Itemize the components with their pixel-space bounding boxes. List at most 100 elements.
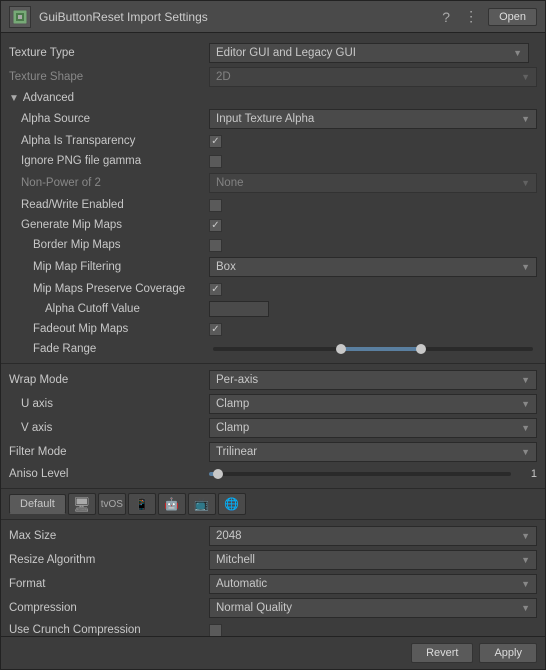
fadeout-mip-label: Fadeout Mip Maps [9, 323, 209, 335]
mip-coverage-label: Mip Maps Preserve Coverage [9, 283, 209, 295]
fadeout-mip-row: Fadeout Mip Maps [1, 319, 545, 339]
aniso-slider-container[interactable]: 1 [209, 468, 537, 480]
format-label: Format [9, 578, 209, 590]
fade-range-track[interactable] [213, 347, 533, 351]
ios-icon: 📱 [135, 498, 149, 511]
fade-range-min-thumb[interactable] [336, 344, 346, 354]
tvos-icon: tvOS [101, 499, 123, 510]
wrap-mode-dropdown[interactable]: Per-axis ▼ [209, 370, 537, 390]
alpha-source-label: Alpha Source [9, 113, 209, 125]
content-area: Texture Type Editor GUI and Legacy GUI ▼… [1, 33, 545, 636]
texture-type-arrow: ▼ [513, 48, 522, 58]
tab-tvos[interactable]: tvOS [98, 493, 126, 515]
v-axis-row: V axis Clamp ▼ [1, 416, 545, 440]
aniso-level-label: Aniso Level [9, 468, 209, 480]
platform-tabs: Default 🖥 tvOS 📱 🤖 📺 🌐 [1, 488, 545, 520]
title-right: ? ⋮ Open [438, 6, 537, 27]
fade-range-label: Fade Range [9, 343, 209, 355]
import-settings-window: GuiButtonReset Import Settings ? ⋮ Open … [0, 0, 546, 670]
settings-icon[interactable]: ⋮ [460, 6, 482, 27]
wrap-mode-arrow: ▼ [521, 375, 530, 385]
filter-mode-dropdown[interactable]: Trilinear ▼ [209, 442, 537, 462]
tab-other1[interactable]: 📺 [188, 493, 216, 515]
other1-icon: 📺 [194, 497, 209, 511]
alpha-cutoff-input[interactable]: 0.5 [209, 301, 269, 317]
aniso-slider-track[interactable] [209, 472, 511, 476]
fade-range-max-thumb[interactable] [416, 344, 426, 354]
border-mip-checkbox[interactable] [209, 239, 222, 252]
alpha-transparency-row: Alpha Is Transparency [1, 131, 545, 151]
read-write-label: Read/Write Enabled [9, 199, 209, 211]
generate-mip-label: Generate Mip Maps [9, 219, 209, 231]
alpha-source-row: Alpha Source Input Texture Alpha ▼ [1, 107, 545, 131]
tab-ios[interactable]: 📱 [128, 493, 156, 515]
revert-button[interactable]: Revert [411, 643, 473, 663]
max-size-arrow: ▼ [521, 531, 530, 541]
format-dropdown[interactable]: Automatic ▼ [209, 574, 537, 594]
android-icon: 🤖 [164, 497, 179, 511]
advanced-section-header[interactable]: ▼ Advanced [1, 89, 545, 107]
ignore-png-label: Ignore PNG file gamma [9, 155, 209, 167]
resize-algo-arrow: ▼ [521, 555, 530, 565]
fade-range-slider-wrap[interactable] [209, 347, 537, 351]
u-axis-dropdown[interactable]: Clamp ▼ [209, 394, 537, 414]
tab-macos[interactable]: 🖥 [68, 493, 96, 515]
non-power-dropdown[interactable]: None ▼ [209, 173, 537, 193]
wrap-mode-label: Wrap Mode [9, 374, 209, 386]
border-mip-row: Border Mip Maps [1, 235, 545, 255]
texture-shape-dropdown-wrap[interactable]: 2D ▼ [209, 67, 537, 87]
v-axis-dropdown[interactable]: Clamp ▼ [209, 418, 537, 438]
mip-filter-label: Mip Map Filtering [9, 261, 209, 273]
resize-algo-dropdown[interactable]: Mitchell ▼ [209, 550, 537, 570]
u-axis-arrow: ▼ [521, 399, 530, 409]
alpha-cutoff-label: Alpha Cutoff Value [9, 303, 209, 315]
border-mip-label: Border Mip Maps [9, 239, 209, 251]
alpha-transparency-checkbox[interactable] [209, 135, 222, 148]
max-size-dropdown[interactable]: 2048 ▼ [209, 526, 537, 546]
open-button[interactable]: Open [488, 8, 537, 26]
texture-shape-arrow: ▼ [521, 72, 530, 82]
compression-label: Compression [9, 602, 209, 614]
alpha-cutoff-row: Alpha Cutoff Value 0.5 [1, 299, 545, 319]
help-icon[interactable]: ? [438, 7, 454, 27]
read-write-checkbox[interactable] [209, 199, 222, 212]
window-title: GuiButtonReset Import Settings [39, 10, 208, 24]
ignore-png-checkbox[interactable] [209, 155, 222, 168]
texture-type-dropdown[interactable]: Editor GUI and Legacy GUI ▼ [209, 43, 529, 63]
resize-algo-label: Resize Algorithm [9, 554, 209, 566]
title-left: GuiButtonReset Import Settings [9, 6, 208, 28]
generate-mip-checkbox[interactable] [209, 219, 222, 232]
macos-icon: 🖥 [73, 496, 91, 513]
texture-shape-dropdown[interactable]: 2D ▼ [209, 67, 537, 87]
fadeout-mip-checkbox[interactable] [209, 323, 222, 336]
filter-mode-arrow: ▼ [521, 447, 530, 457]
alpha-source-dropdown[interactable]: Input Texture Alpha ▼ [209, 109, 537, 129]
tab-android[interactable]: 🤖 [158, 493, 186, 515]
crunch-row: Use Crunch Compression [1, 620, 545, 636]
generate-mip-row: Generate Mip Maps [1, 215, 545, 235]
format-arrow: ▼ [521, 579, 530, 589]
fade-range-row: Fade Range [1, 339, 545, 359]
title-bar: GuiButtonReset Import Settings ? ⋮ Open [1, 1, 545, 33]
apply-button[interactable]: Apply [479, 643, 537, 663]
crunch-label: Use Crunch Compression [9, 624, 209, 636]
tab-default[interactable]: Default [9, 494, 66, 514]
tab-other2[interactable]: 🌐 [218, 493, 246, 515]
read-write-row: Read/Write Enabled [1, 195, 545, 215]
compression-dropdown[interactable]: Normal Quality ▼ [209, 598, 537, 618]
mip-filter-dropdown[interactable]: Box ▼ [209, 257, 537, 277]
non-power-label: Non-Power of 2 [9, 177, 209, 189]
aniso-slider-thumb[interactable] [213, 469, 223, 479]
aniso-level-row: Aniso Level 1 [1, 464, 545, 484]
u-axis-label: U axis [9, 398, 209, 410]
advanced-arrow: ▼ [9, 93, 19, 104]
filter-mode-label: Filter Mode [9, 446, 209, 458]
other2-icon: 🌐 [224, 497, 239, 511]
ignore-png-row: Ignore PNG file gamma [1, 151, 545, 171]
texture-type-dropdown-wrap[interactable]: Editor GUI and Legacy GUI ▼ [209, 43, 537, 63]
non-power-arrow: ▼ [521, 178, 530, 188]
v-axis-label: V axis [9, 422, 209, 434]
non-power-row: Non-Power of 2 None ▼ [1, 171, 545, 195]
mip-coverage-checkbox[interactable] [209, 283, 222, 296]
crunch-checkbox[interactable] [209, 624, 222, 637]
